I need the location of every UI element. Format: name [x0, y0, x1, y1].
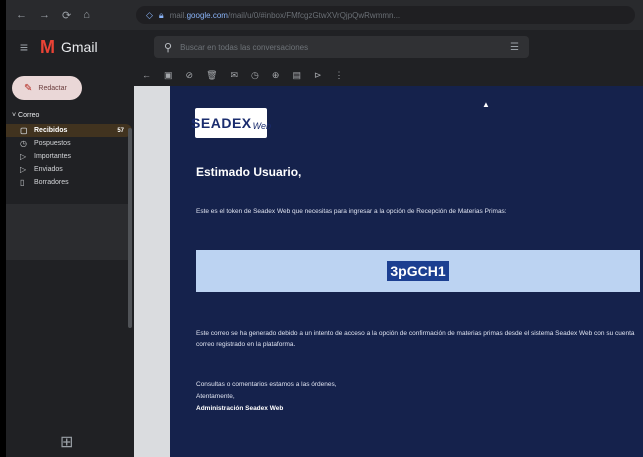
- sidebar: ✎ Redactar ˅ Correo ▢ Recibidos 57 ◷ Pos…: [6, 64, 134, 457]
- sidebar-overlay-panel: [6, 204, 128, 260]
- draft-icon: ▯: [20, 178, 25, 187]
- message-pane: SEADEX Web ▲ Estimado Usuario, Este es e…: [134, 86, 643, 457]
- forward-icon[interactable]: →: [39, 9, 50, 22]
- back-icon[interactable]: ←: [16, 9, 27, 22]
- unread-count: 57: [117, 127, 124, 134]
- back-to-inbox-icon[interactable]: ←: [142, 70, 151, 80]
- gmail-m-icon: M: [40, 36, 55, 57]
- search-icon[interactable]: ⚲: [164, 41, 172, 54]
- lock-icon: 🔒︎: [158, 9, 164, 20]
- more-options-icon[interactable]: ⋮: [335, 70, 344, 81]
- sidebar-item-sent[interactable]: ▷ Enviados: [6, 163, 134, 176]
- token-box: 3pGCH1: [196, 250, 640, 292]
- email-notice-text: Este correo se ha generado debido a un i…: [196, 330, 635, 348]
- reload-icon[interactable]: ⟳: [62, 9, 71, 22]
- search-placeholder: Buscar en todas las conversaciones: [180, 42, 309, 52]
- search-options-icon[interactable]: ☰: [510, 42, 519, 53]
- gmail-logo-text: Gmail: [61, 39, 98, 55]
- sidebar-item-label: Borradores: [34, 179, 69, 186]
- browser-nav: ← → ⟳ ⌂: [6, 9, 136, 22]
- delete-icon[interactable]: 🗑︎: [206, 70, 217, 81]
- home-icon[interactable]: ⌂: [83, 9, 90, 22]
- snooze-icon[interactable]: ◷: [251, 70, 259, 81]
- menu-icon[interactable]: ≡: [14, 39, 34, 55]
- move-to-icon[interactable]: ▤: [292, 70, 301, 81]
- sidebar-scrollbar[interactable]: [128, 128, 132, 328]
- signature: Administración Seadex Web: [196, 405, 284, 412]
- sidebar-item-label: Pospuestos: [34, 140, 71, 147]
- gmail-header: ≡ M Gmail ⚲ Buscar en todas las conversa…: [6, 30, 643, 64]
- message-margin: [134, 86, 170, 457]
- important-icon: ▷: [20, 152, 27, 161]
- shield-icon: ◇: [146, 9, 153, 20]
- email-greeting: Estimado Usuario,: [196, 165, 302, 179]
- sidebar-item-inbox[interactable]: ▢ Recibidos 57: [6, 124, 132, 137]
- sidebar-item-drafts[interactable]: ▯ Borradores: [6, 176, 134, 189]
- report-spam-icon[interactable]: ⊘: [186, 70, 194, 81]
- sidebar-item-important[interactable]: ▷ Importantes: [6, 150, 134, 163]
- logo-sub-text: Web: [252, 121, 271, 131]
- sidebar-list: ▢ Recibidos 57 ◷ Pospuestos ▷ Importante…: [6, 124, 134, 189]
- browser-window: ← → ⟳ ⌂ ◇ 🔒︎ mail.google.com/mail/u/0/#i…: [6, 0, 643, 457]
- apps-grid-icon[interactable]: ⊞: [60, 432, 73, 452]
- closing-line: Atentamente,: [196, 393, 235, 400]
- gmail-logo[interactable]: M Gmail: [40, 37, 140, 58]
- email-body: SEADEX Web ▲ Estimado Usuario, Este es e…: [170, 86, 643, 457]
- inbox-icon: ▢: [20, 126, 28, 135]
- clock-icon: ◷: [20, 139, 27, 148]
- url-text: mail.google.com/mail/u/0/#inbox/FMfcgzGt…: [169, 10, 401, 20]
- mark-unread-icon[interactable]: ✉: [231, 70, 239, 81]
- archive-icon[interactable]: ▣: [164, 70, 173, 81]
- search-input[interactable]: ⚲ Buscar en todas las conversaciones ☰: [154, 36, 529, 58]
- sidebar-item-label: Importantes: [34, 153, 71, 160]
- message-toolbar: ← ▣ ⊘ 🗑︎ ✉ ◷ ⊕ ▤ ⊳ ⋮: [134, 64, 643, 86]
- email-footer: Consultas o comentarios estamos a las ór…: [196, 379, 337, 415]
- pencil-icon: ✎: [24, 82, 33, 94]
- email-intro-text: Este es el token de Seadex Web que neces…: [196, 208, 507, 215]
- logo-main-text: SEADEX: [191, 115, 252, 131]
- send-icon: ▷: [20, 165, 27, 174]
- label-icon[interactable]: ⊳: [314, 70, 322, 81]
- sidebar-item-label: Enviados: [34, 166, 63, 173]
- add-task-icon[interactable]: ⊕: [272, 70, 280, 81]
- mouse-cursor-icon: ▲: [482, 100, 490, 109]
- address-bar[interactable]: ◇ 🔒︎ mail.google.com/mail/u/0/#inbox/FMf…: [136, 6, 635, 24]
- token-code[interactable]: 3pGCH1: [387, 261, 449, 281]
- sidebar-item-label: Recibidos: [34, 127, 68, 134]
- browser-toolbar: ← → ⟳ ⌂ ◇ 🔒︎ mail.google.com/mail/u/0/#i…: [6, 0, 643, 30]
- compose-label: Redactar: [38, 84, 67, 92]
- sidebar-item-snoozed[interactable]: ◷ Pospuestos: [6, 137, 134, 150]
- sidebar-section-title: ˅ Correo: [12, 112, 40, 119]
- seadex-logo: SEADEX Web: [191, 108, 271, 138]
- contact-line: Consultas o comentarios estamos a las ór…: [196, 381, 337, 388]
- compose-button[interactable]: ✎ Redactar: [12, 76, 82, 100]
